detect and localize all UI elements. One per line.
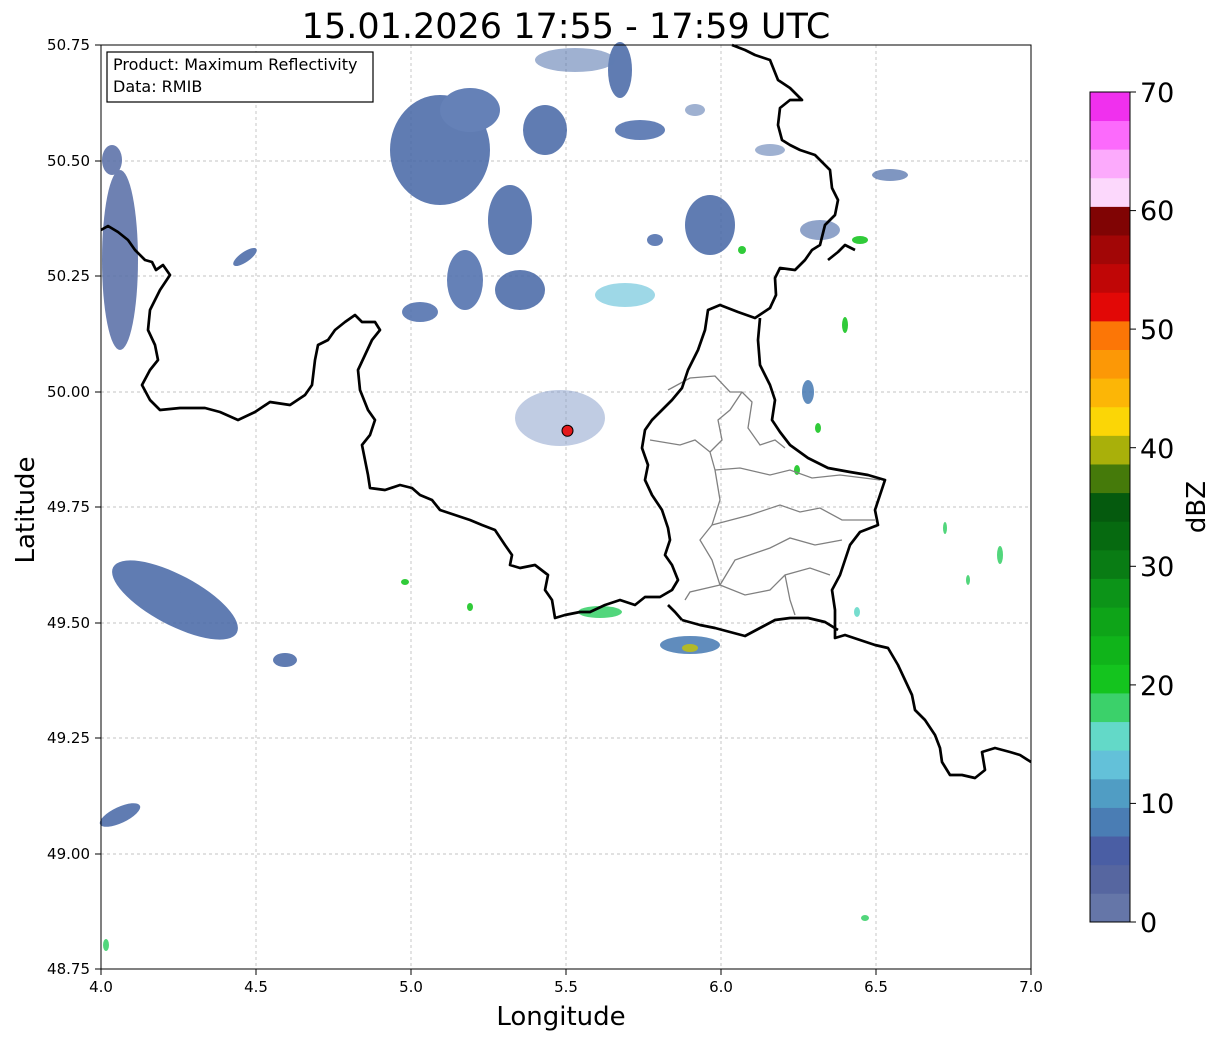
x-tick-label: 5.5 xyxy=(554,978,578,996)
colorbar-segment xyxy=(1090,406,1130,436)
colorbar-segment xyxy=(1090,435,1130,465)
y-tick-label: 50.25 xyxy=(47,267,90,285)
colorbar-segment xyxy=(1090,635,1130,665)
colorbar-segment xyxy=(1090,693,1130,723)
colorbar-tick-label: 20 xyxy=(1140,671,1174,702)
y-tick-label: 49.50 xyxy=(47,614,90,632)
y-tick-label: 49.25 xyxy=(47,729,90,747)
radar-site-marker xyxy=(561,424,574,437)
y-axis-label: Latitude xyxy=(11,456,41,563)
colorbar-tick-label: 30 xyxy=(1140,552,1174,583)
map-plot-area xyxy=(99,42,1032,969)
colorbar-tick-labels: 0 10 20 30 40 50 60 70 xyxy=(1140,78,1174,939)
product-info-box: Product: Maximum Reflectivity Data: RMIB xyxy=(106,51,374,103)
colorbar-segment xyxy=(1090,893,1130,923)
y-tick-label: 49.00 xyxy=(47,845,90,863)
colorbar-segment xyxy=(1090,664,1130,694)
colorbar-label: dBZ xyxy=(1182,481,1212,533)
y-tick-label: 48.75 xyxy=(47,960,90,978)
colorbar-segment xyxy=(1090,750,1130,780)
map-title: 15.01.2026 17:55 - 17:59 UTC xyxy=(302,7,831,47)
colorbar-segment xyxy=(1090,607,1130,637)
product-label: Product: Maximum Reflectivity xyxy=(113,55,357,74)
colorbar-segment xyxy=(1090,177,1130,207)
colorbar-segment xyxy=(1090,492,1130,522)
y-tick-label: 50.00 xyxy=(47,383,90,401)
x-tick-label: 7.0 xyxy=(1019,978,1043,996)
x-tick-label: 4.0 xyxy=(89,978,113,996)
x-axis-label: Longitude xyxy=(496,1002,625,1032)
colorbar-segment xyxy=(1090,206,1130,236)
colorbar-segment xyxy=(1090,464,1130,494)
colorbar-segment xyxy=(1090,864,1130,894)
colorbar-tick-label: 0 xyxy=(1140,908,1157,939)
x-axis-ticks xyxy=(100,969,1032,975)
radar-map-figure: 15.01.2026 17:55 - 17:59 UTC Product: Ma… xyxy=(11,7,1212,1032)
colorbar-segment xyxy=(1090,292,1130,322)
colorbar-segment xyxy=(1090,320,1130,350)
y-axis-ticks xyxy=(95,44,101,970)
colorbar-segment xyxy=(1090,235,1130,265)
y-tick-label: 50.75 xyxy=(47,36,90,54)
colorbar-segment xyxy=(1090,378,1130,408)
y-axis-tick-labels: 50.75 50.50 50.25 50.00 49.75 49.50 49.2… xyxy=(47,36,90,978)
colorbar-segment xyxy=(1090,721,1130,751)
colorbar: 0 10 20 30 40 50 60 70 dBZ xyxy=(1089,78,1212,939)
x-tick-label: 5.0 xyxy=(399,978,423,996)
x-tick-label: 4.5 xyxy=(244,978,268,996)
colorbar-tick-label: 70 xyxy=(1140,78,1174,109)
y-tick-label: 49.75 xyxy=(47,498,90,516)
colorbar-segment xyxy=(1090,549,1130,579)
colorbar-tick-label: 10 xyxy=(1140,789,1174,820)
x-axis-tick-labels: 4.0 4.5 5.0 5.5 6.0 6.5 7.0 xyxy=(89,978,1043,996)
y-tick-label: 50.50 xyxy=(47,152,90,170)
colorbar-segment xyxy=(1090,263,1130,293)
colorbar-ticks xyxy=(1130,91,1136,923)
colorbar-segment xyxy=(1090,92,1130,122)
colorbar-tick-label: 40 xyxy=(1140,434,1174,465)
colorbar-segment xyxy=(1090,578,1130,608)
colorbar-tick-label: 60 xyxy=(1140,196,1174,227)
x-tick-label: 6.5 xyxy=(864,978,888,996)
x-tick-label: 6.0 xyxy=(709,978,733,996)
data-source-label: Data: RMIB xyxy=(113,77,202,96)
colorbar-segments xyxy=(1090,92,1130,923)
colorbar-segment xyxy=(1090,149,1130,179)
colorbar-segment xyxy=(1090,836,1130,866)
colorbar-segment xyxy=(1090,778,1130,808)
colorbar-tick-label: 50 xyxy=(1140,315,1174,346)
colorbar-segment xyxy=(1090,521,1130,551)
colorbar-segment xyxy=(1090,120,1130,150)
colorbar-segment xyxy=(1090,807,1130,837)
colorbar-segment xyxy=(1090,349,1130,379)
